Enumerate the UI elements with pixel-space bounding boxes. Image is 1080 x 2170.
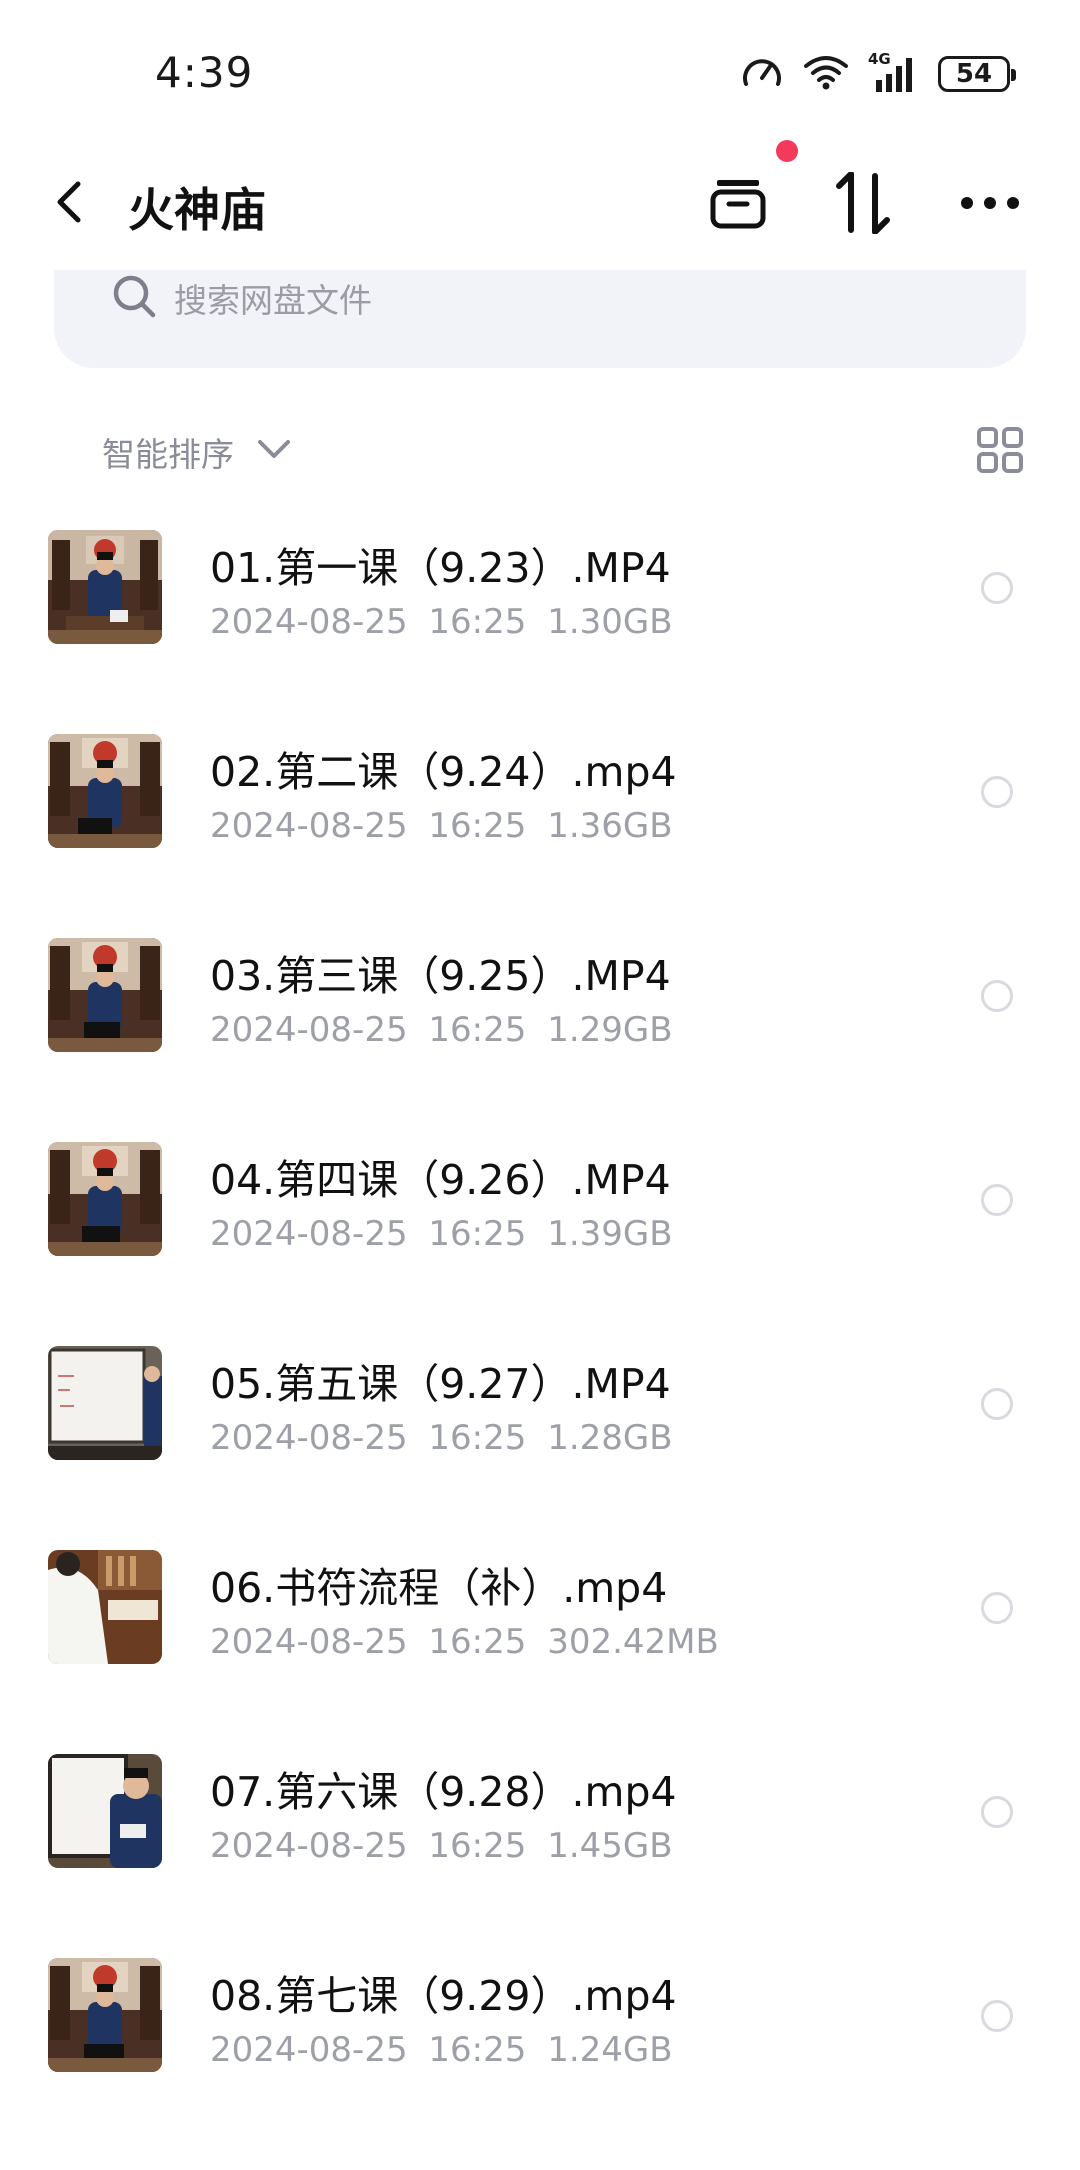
file-meta: 2024-08-25 16:25 1.28GB	[210, 1418, 673, 1458]
inbox-icon	[710, 180, 766, 229]
more-icon	[961, 197, 1019, 209]
video-thumbnail	[48, 1550, 162, 1664]
status-time: 4:39	[155, 48, 254, 97]
wifi-icon	[802, 52, 850, 96]
select-radio[interactable]	[981, 1796, 1013, 1828]
file-meta: 2024-08-25 16:25 1.39GB	[210, 1214, 673, 1254]
more-button[interactable]	[955, 168, 1025, 238]
file-name: 04.第四课（9.26）.MP4	[210, 1156, 671, 1204]
status-icons: 4G 54	[740, 50, 1016, 96]
file-size: 1.24GB	[547, 2030, 673, 2070]
file-time: 16:25	[428, 1826, 527, 1866]
back-icon	[57, 181, 81, 223]
select-radio[interactable]	[981, 776, 1013, 808]
file-name: 01.第一课（9.23）.MP4	[210, 544, 671, 592]
battery-level: 54	[955, 59, 993, 89]
video-thumbnail	[48, 1142, 162, 1256]
file-name: 05.第五课（9.27）.MP4	[210, 1360, 671, 1408]
battery-indicator: 54	[938, 56, 1016, 92]
file-size: 1.45GB	[547, 1826, 673, 1866]
sort-button[interactable]	[828, 168, 898, 238]
file-time: 16:25	[428, 2030, 527, 2070]
select-radio[interactable]	[981, 1388, 1013, 1420]
file-date: 2024-08-25	[210, 602, 408, 642]
list-item[interactable]: 05.第五课（9.27）.MP4 2024-08-25 16:25 1.28GB	[0, 1336, 1080, 1540]
list-item[interactable]: 03.第三课（9.25）.MP4 2024-08-25 16:25 1.29GB	[0, 928, 1080, 1132]
list-item[interactable]: 07.第六课（9.28）.mp4 2024-08-25 16:25 1.45GB	[0, 1744, 1080, 1948]
file-date: 2024-08-25	[210, 1418, 408, 1458]
file-time: 16:25	[428, 1214, 527, 1254]
file-meta: 2024-08-25 16:25 1.29GB	[210, 1010, 673, 1050]
video-thumbnail	[48, 1754, 162, 1868]
file-meta: 2024-08-25 16:25 1.36GB	[210, 806, 673, 846]
video-thumbnail	[48, 1346, 162, 1460]
file-date: 2024-08-25	[210, 1214, 408, 1254]
file-size: 1.28GB	[547, 1418, 673, 1458]
video-thumbnail	[48, 938, 162, 1052]
status-bar: 4:39 4G 54	[0, 0, 1080, 140]
notification-dot	[776, 140, 798, 162]
back-button[interactable]	[50, 180, 90, 224]
file-size: 1.30GB	[547, 602, 673, 642]
chevron-down-icon[interactable]	[256, 436, 292, 462]
search-icon	[113, 275, 156, 318]
file-meta: 2024-08-25 16:25 1.24GB	[210, 2030, 673, 2070]
file-time: 16:25	[428, 806, 527, 846]
select-radio[interactable]	[981, 1592, 1013, 1624]
file-name: 06.书符流程（补）.mp4	[210, 1564, 668, 1612]
file-name: 02.第二课（9.24）.mp4	[210, 748, 677, 796]
file-size: 302.42MB	[547, 1622, 719, 1662]
inbox-button[interactable]	[703, 168, 773, 238]
list-item[interactable]: 02.第二课（9.24）.mp4 2024-08-25 16:25 1.36GB	[0, 724, 1080, 928]
list-item[interactable]: 01.第一课（9.23）.MP4 2024-08-25 16:25 1.30GB	[0, 520, 1080, 724]
file-meta: 2024-08-25 16:25 1.30GB	[210, 602, 673, 642]
file-size: 1.39GB	[547, 1214, 673, 1254]
video-thumbnail	[48, 530, 162, 644]
file-time: 16:25	[428, 1418, 527, 1458]
search-placeholder: 搜索网盘文件	[174, 281, 372, 320]
file-name: 07.第六课（9.28）.mp4	[210, 1768, 677, 1816]
select-radio[interactable]	[981, 980, 1013, 1012]
video-thumbnail	[48, 734, 162, 848]
file-name: 03.第三课（9.25）.MP4	[210, 952, 671, 1000]
file-list: 01.第一课（9.23）.MP4 2024-08-25 16:25 1.30GB…	[0, 520, 1080, 2152]
sort-icon	[836, 172, 890, 234]
file-date: 2024-08-25	[210, 2030, 408, 2070]
select-radio[interactable]	[981, 2000, 1013, 2032]
cellular-signal-icon: 4G	[868, 50, 920, 94]
select-radio[interactable]	[981, 1184, 1013, 1216]
list-item[interactable]: 04.第四课（9.26）.MP4 2024-08-25 16:25 1.39GB	[0, 1132, 1080, 1336]
file-meta: 2024-08-25 16:25 302.42MB	[210, 1622, 719, 1662]
file-meta: 2024-08-25 16:25 1.45GB	[210, 1826, 673, 1866]
file-date: 2024-08-25	[210, 1622, 408, 1662]
file-size: 1.36GB	[547, 806, 673, 846]
file-name: 08.第七课（9.29）.mp4	[210, 1972, 677, 2020]
page-title: 火神庙	[128, 183, 266, 237]
file-time: 16:25	[428, 1010, 527, 1050]
file-date: 2024-08-25	[210, 1826, 408, 1866]
header: 火神庙	[0, 140, 1080, 260]
sort-row: 智能排序	[0, 420, 1080, 480]
file-date: 2024-08-25	[210, 1010, 408, 1050]
speedometer-icon	[740, 52, 784, 96]
search-input[interactable]: 搜索网盘文件	[54, 270, 1026, 368]
list-item[interactable]: 06.书符流程（补）.mp4 2024-08-25 16:25 302.42MB	[0, 1540, 1080, 1744]
list-item[interactable]: 08.第七课（9.29）.mp4 2024-08-25 16:25 1.24GB	[0, 1948, 1080, 2152]
file-time: 16:25	[428, 602, 527, 642]
file-date: 2024-08-25	[210, 806, 408, 846]
sort-dropdown[interactable]: 智能排序	[102, 428, 234, 476]
select-radio[interactable]	[981, 572, 1013, 604]
grid-view-icon[interactable]	[976, 426, 1024, 474]
video-thumbnail	[48, 1958, 162, 2072]
file-size: 1.29GB	[547, 1010, 673, 1050]
file-time: 16:25	[428, 1622, 527, 1662]
